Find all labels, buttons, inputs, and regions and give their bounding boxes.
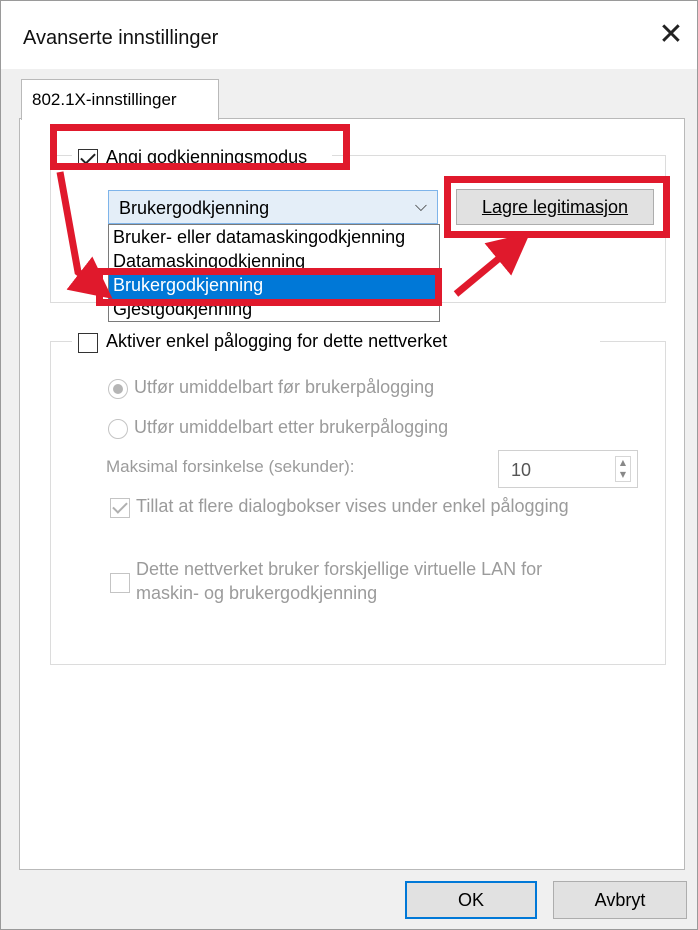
annotation-box-save-button (444, 176, 670, 238)
sso-label[interactable]: Aktiver enkel pålogging for dette nettve… (106, 331, 447, 352)
checkmark-icon (112, 498, 128, 514)
window-title: Avanserte innstillinger (23, 27, 219, 49)
radio-before-logon-label[interactable]: Utfør umiddelbart før brukerpålogging (134, 377, 434, 398)
ok-label: OK (457, 890, 484, 910)
annotation-box-auth-mode (50, 124, 350, 170)
option-user-or-computer[interactable]: Bruker- eller datamaskingodkjenning (109, 227, 439, 251)
radio-after-logon-label[interactable]: Utfør umiddelbart etter brukerpålogging (134, 417, 448, 438)
cancel-button[interactable]: Avbryt (553, 881, 687, 919)
vlan-label-line1[interactable]: Dette nettverket bruker forskjellige vir… (136, 559, 542, 580)
max-delay-stepper[interactable]: 10 ▲ ▼ (498, 450, 638, 488)
vlan-label-line2[interactable]: maskin- og brukergodkjenning (136, 583, 377, 604)
allow-dialogs-label[interactable]: Tillat at flere dialogbokser vises under… (136, 496, 569, 517)
sso-checkbox[interactable] (78, 333, 98, 353)
annotation-box-user-option (96, 268, 442, 306)
allow-dialogs-checkbox[interactable] (110, 498, 130, 518)
auth-mode-selected: Brukergodkjenning (119, 198, 270, 218)
close-icon[interactable]: ✕ (651, 15, 691, 55)
tab-label: 802.1X-innstillinger (32, 90, 177, 109)
radio-after-logon[interactable] (108, 419, 128, 439)
spin-arrows-icon[interactable]: ▲ ▼ (615, 456, 631, 482)
tab-8021x-settings[interactable]: 802.1X-innstillinger (21, 79, 219, 120)
vlan-checkbox[interactable] (110, 573, 130, 593)
radio-dot (113, 384, 123, 394)
chevron-down-icon: ⌵ (414, 196, 427, 215)
auth-mode-select[interactable]: Brukergodkjenning ⌵ (108, 190, 438, 224)
max-delay-value: 10 (511, 460, 532, 480)
ok-button[interactable]: OK (405, 881, 537, 919)
cancel-label: Avbryt (594, 890, 646, 910)
max-delay-label: Maksimal forsinkelse (sekunder): (106, 457, 355, 476)
title-bar: Avanserte innstillinger ✕ (1, 1, 697, 69)
radio-before-logon[interactable] (108, 379, 128, 399)
